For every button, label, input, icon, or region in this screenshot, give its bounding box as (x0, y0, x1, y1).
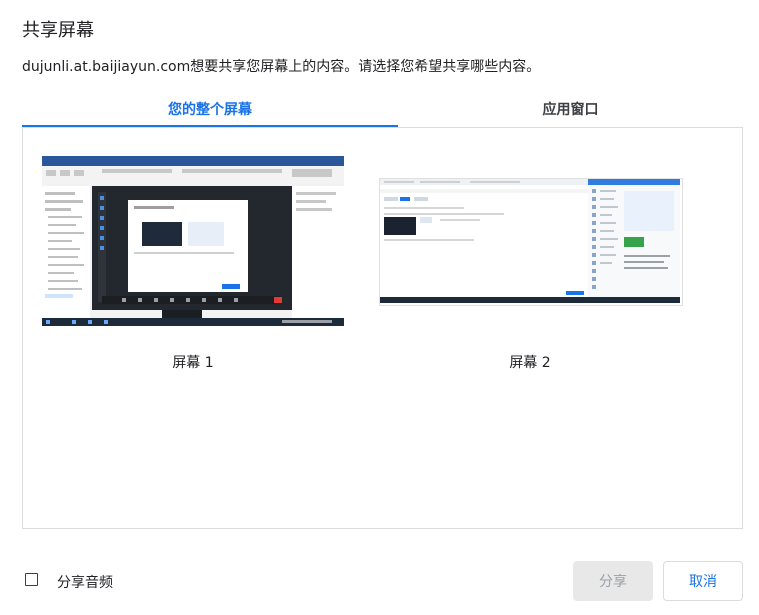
cancel-button[interactable]: 取消 (663, 561, 743, 601)
screen-2-label: 屏幕 2 (509, 355, 551, 371)
share-audio-checkbox[interactable] (25, 573, 38, 586)
tab-entire-screen[interactable]: 您的整个屏幕 (22, 92, 398, 128)
screen-list-panel: 屏幕 1 屏幕 2 (22, 127, 743, 529)
tab-application-window[interactable]: 应用窗口 (398, 92, 743, 125)
screen-1-label: 屏幕 1 (172, 355, 214, 371)
screen-1-thumbnail (42, 156, 344, 326)
dialog-title: 共享屏幕 (22, 20, 94, 41)
share-button[interactable]: 分享 (573, 561, 653, 601)
screen-2-thumbnail (379, 178, 683, 306)
dialog-description: dujunli.at.baijiayun.com想要共享您屏幕上的内容。请选择您… (22, 59, 541, 75)
source-tabs: 您的整个屏幕 应用窗口 (22, 92, 743, 128)
share-screen-dialog: 共享屏幕 dujunli.at.baijiayun.com想要共享您屏幕上的内容… (0, 0, 759, 615)
share-audio-label: 分享音频 (57, 575, 113, 591)
screen-2-preview-image (380, 179, 680, 303)
screen-1-preview-image (42, 156, 344, 326)
